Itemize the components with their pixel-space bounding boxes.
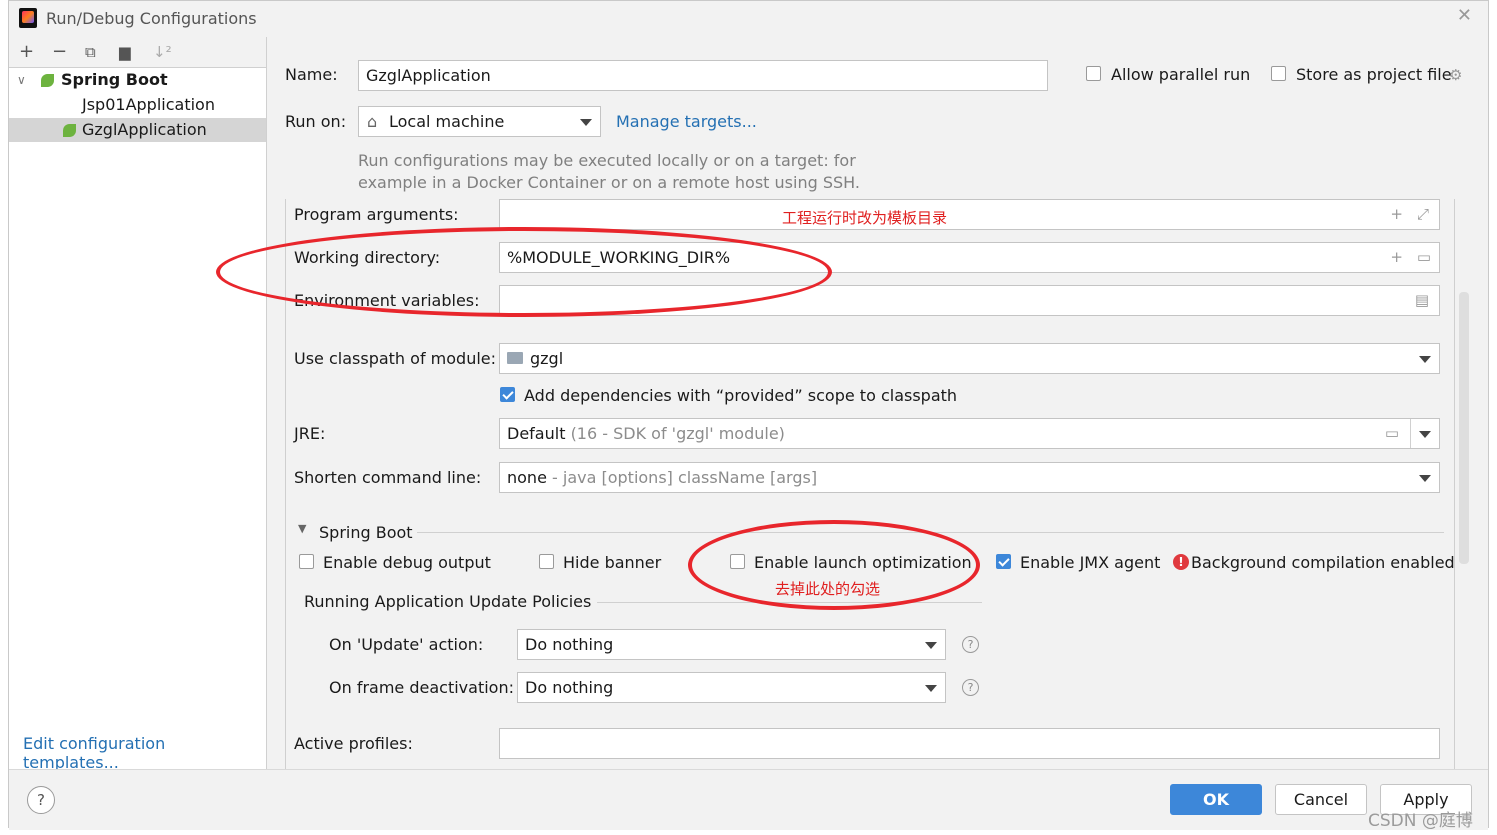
update-action-select[interactable]: Do nothing bbox=[517, 629, 946, 660]
update-action-label: On 'Update' action: bbox=[329, 635, 484, 654]
expand-icon[interactable]: ⤢ bbox=[1417, 200, 1429, 229]
policies-title: Running Application Update Policies bbox=[304, 592, 592, 611]
csdn-watermark: CSDN @庭博 bbox=[1368, 811, 1473, 831]
tree-group-label: Spring Boot bbox=[61, 70, 168, 89]
annotation-ellipse bbox=[216, 227, 832, 317]
active-profiles-input[interactable] bbox=[499, 728, 1440, 759]
add-deps-label: Add dependencies with “provided” scope t… bbox=[524, 386, 958, 405]
run-on-hint-line1: Run configurations may be executed local… bbox=[358, 151, 856, 170]
debug-output-checkbox[interactable] bbox=[299, 554, 314, 569]
chevron-down-icon bbox=[580, 119, 592, 126]
tree-group-spring-boot[interactable]: ∨ Spring Boot bbox=[9, 68, 266, 92]
shorten-label: Shorten command line: bbox=[294, 468, 482, 487]
configurations-tree-panel: + − ⧉ ▆ ↓² ∨ Spring Boot Jsp01Applicatio… bbox=[9, 37, 267, 772]
spring-boot-icon bbox=[63, 124, 76, 137]
help-icon[interactable]: ? bbox=[962, 636, 979, 653]
shorten-select[interactable]: none - java [options] className [args] bbox=[499, 462, 1440, 493]
frame-deactivation-select[interactable]: Do nothing bbox=[517, 672, 946, 703]
debug-output-label: Enable debug output bbox=[323, 553, 491, 572]
shorten-value: none bbox=[507, 468, 547, 487]
run-debug-dialog: Run/Debug Configurations ✕ + − ⧉ ▆ ↓² ∨ … bbox=[8, 0, 1489, 830]
folder-icon[interactable]: ▆ bbox=[119, 43, 131, 61]
folder-open-icon[interactable]: ▭ bbox=[1385, 419, 1399, 448]
help-button[interactable]: ? bbox=[27, 786, 55, 814]
run-on-label: Run on: bbox=[285, 112, 347, 131]
divider bbox=[1410, 419, 1411, 448]
add-icon[interactable]: + bbox=[19, 41, 34, 62]
help-icon[interactable]: ? bbox=[962, 679, 979, 696]
window-title: Run/Debug Configurations bbox=[46, 9, 257, 28]
remove-icon[interactable]: − bbox=[52, 41, 67, 62]
manage-targets-link[interactable]: Manage targets... bbox=[616, 112, 757, 131]
cancel-button[interactable]: Cancel bbox=[1275, 784, 1367, 815]
update-action-value: Do nothing bbox=[525, 635, 614, 654]
chevron-down-icon bbox=[925, 642, 937, 649]
tree-item-jsp01application[interactable]: Jsp01Application bbox=[9, 93, 266, 117]
jmx-label: Enable JMX agent bbox=[1020, 553, 1161, 572]
spring-boot-section-title: Spring Boot bbox=[319, 523, 413, 542]
classpath-select[interactable]: gzgl bbox=[499, 343, 1440, 374]
run-on-hint-line2: example in a Docker Container or on a re… bbox=[358, 173, 860, 192]
shorten-detail: - java [options] className [args] bbox=[552, 468, 818, 487]
tree-item-label: Jsp01Application bbox=[82, 95, 215, 114]
add-deps-checkbox[interactable] bbox=[500, 387, 515, 402]
chevron-down-icon[interactable] bbox=[1419, 431, 1431, 438]
jre-detail: (16 - SDK of 'gzgl' module) bbox=[570, 424, 785, 443]
spring-boot-icon bbox=[41, 74, 54, 87]
jre-value: Default bbox=[507, 424, 566, 443]
gear-icon[interactable]: ⚙ bbox=[1449, 66, 1462, 84]
program-args-input[interactable]: + ⤢ bbox=[499, 199, 1440, 230]
document-icon[interactable]: ▤ bbox=[1415, 286, 1429, 315]
sort-icon[interactable]: ↓² bbox=[153, 43, 172, 61]
store-project-checkbox[interactable] bbox=[1271, 66, 1286, 81]
copy-icon[interactable]: ⧉ bbox=[85, 43, 96, 61]
tree-toolbar: + − ⧉ ▆ ↓² bbox=[9, 37, 266, 68]
intellij-app-icon bbox=[19, 8, 37, 28]
run-on-select[interactable]: ⌂ Local machine bbox=[358, 106, 601, 137]
tree-item-label: GzglApplication bbox=[82, 120, 207, 139]
program-args-label: Program arguments: bbox=[294, 205, 459, 224]
module-icon bbox=[507, 352, 523, 364]
name-input[interactable]: GzglApplication bbox=[358, 60, 1048, 91]
home-icon: ⌂ bbox=[367, 112, 378, 131]
chevron-down-icon bbox=[925, 685, 937, 692]
close-icon[interactable]: ✕ bbox=[1457, 5, 1472, 26]
annotation-ellipse bbox=[688, 520, 980, 610]
scrollbar[interactable] bbox=[1459, 292, 1469, 564]
chevron-down-icon bbox=[1419, 356, 1431, 363]
collapse-triangle-icon[interactable]: ▼ bbox=[298, 522, 306, 535]
hide-banner-checkbox[interactable] bbox=[539, 554, 554, 569]
frame-deactivation-value: Do nothing bbox=[525, 678, 614, 697]
run-on-value: Local machine bbox=[389, 112, 505, 131]
jre-label: JRE: bbox=[294, 424, 326, 443]
edit-templates-link[interactable]: Edit configuration templates... bbox=[23, 734, 266, 772]
hide-banner-label: Hide banner bbox=[563, 553, 662, 572]
error-icon: ! bbox=[1173, 554, 1189, 570]
plus-icon[interactable]: + bbox=[1390, 243, 1403, 272]
configuration-form: Name: GzglApplication Allow parallel run… bbox=[216, 37, 1488, 769]
working-dir-annotation: 工程运行时改为模板目录 bbox=[782, 209, 948, 227]
ok-button[interactable]: OK bbox=[1170, 784, 1262, 815]
chevron-down-icon[interactable]: ∨ bbox=[17, 68, 26, 92]
name-label: Name: bbox=[285, 65, 338, 84]
jmx-checkbox[interactable] bbox=[996, 554, 1011, 569]
allow-parallel-label: Allow parallel run bbox=[1111, 65, 1251, 84]
store-project-label: Store as project file bbox=[1296, 65, 1452, 84]
bg-compile-label: Background compilation enabled bbox=[1191, 553, 1455, 572]
classpath-value: gzgl bbox=[530, 349, 564, 368]
folder-open-icon[interactable]: ▭ bbox=[1417, 243, 1431, 272]
frame-deactivation-label: On frame deactivation: bbox=[329, 678, 514, 697]
dialog-footer: ? OK Cancel Apply bbox=[9, 769, 1488, 830]
classpath-label: Use classpath of module: bbox=[294, 349, 497, 368]
tree-item-gzglapplication[interactable]: GzglApplication bbox=[9, 118, 266, 142]
title-bar: Run/Debug Configurations ✕ bbox=[9, 1, 1488, 37]
chevron-down-icon bbox=[1419, 475, 1431, 482]
jre-select[interactable]: Default (16 - SDK of 'gzgl' module) ▭ bbox=[499, 418, 1440, 449]
allow-parallel-checkbox[interactable] bbox=[1086, 66, 1101, 81]
plus-icon[interactable]: + bbox=[1390, 200, 1403, 229]
active-profiles-label: Active profiles: bbox=[294, 734, 413, 753]
